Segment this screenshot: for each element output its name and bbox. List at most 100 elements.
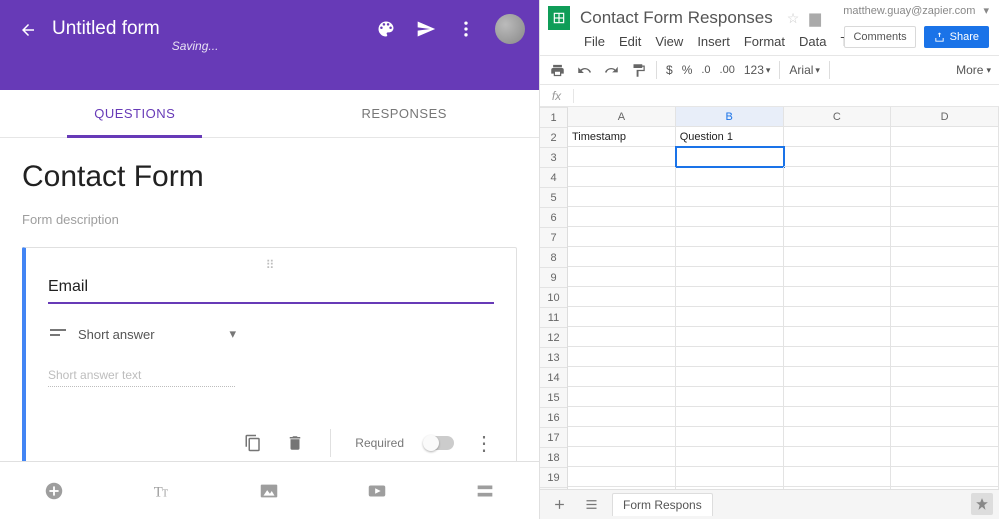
- cell[interactable]: [784, 387, 892, 407]
- row-header[interactable]: 6: [540, 208, 567, 228]
- question-title-input[interactable]: [48, 274, 494, 304]
- email-dropdown-icon[interactable]: ▾: [983, 4, 989, 17]
- add-title-button[interactable]: TT: [108, 480, 216, 502]
- cell[interactable]: [784, 367, 892, 387]
- number-format-select[interactable]: 123 ▾: [744, 63, 771, 77]
- sheet-tab[interactable]: Form Respons: [612, 493, 713, 516]
- cell[interactable]: [676, 407, 784, 427]
- menu-edit[interactable]: Edit: [619, 34, 641, 49]
- row-headers[interactable]: 12345678910111213141516171819202122: [540, 108, 568, 489]
- cell[interactable]: [676, 327, 784, 347]
- cell[interactable]: Timestamp: [568, 127, 676, 147]
- cell[interactable]: [568, 267, 676, 287]
- cell[interactable]: [676, 307, 784, 327]
- explore-button[interactable]: [971, 493, 993, 515]
- formula-input[interactable]: [574, 89, 999, 103]
- folder-icon[interactable]: ▆: [809, 9, 821, 27]
- cell[interactable]: [891, 307, 999, 327]
- menu-file[interactable]: File: [584, 34, 605, 49]
- menu-data[interactable]: Data: [799, 34, 826, 49]
- menu-view[interactable]: View: [655, 34, 683, 49]
- cell[interactable]: [784, 307, 892, 327]
- row-header[interactable]: 19: [540, 468, 567, 488]
- cell[interactable]: [568, 367, 676, 387]
- cell[interactable]: [676, 387, 784, 407]
- grid-rows[interactable]: TimestampQuestion 1: [568, 127, 999, 489]
- cell[interactable]: [568, 167, 676, 187]
- column-headers[interactable]: ABCD: [568, 107, 999, 127]
- cell[interactable]: [568, 467, 676, 487]
- share-button[interactable]: Share: [924, 26, 989, 48]
- menu-insert[interactable]: Insert: [697, 34, 730, 49]
- cell[interactable]: [891, 407, 999, 427]
- star-icon[interactable]: ☆: [787, 10, 800, 27]
- row-header[interactable]: 18: [540, 448, 567, 468]
- col-header[interactable]: A: [568, 107, 676, 127]
- cell[interactable]: [676, 187, 784, 207]
- cell[interactable]: [676, 227, 784, 247]
- cell[interactable]: [784, 147, 892, 167]
- cell[interactable]: [891, 227, 999, 247]
- cell[interactable]: [676, 247, 784, 267]
- cell[interactable]: [676, 287, 784, 307]
- cell[interactable]: [568, 147, 676, 167]
- col-header[interactable]: D: [891, 107, 999, 127]
- add-sheet-button[interactable]: [548, 494, 570, 516]
- row-header[interactable]: 17: [540, 428, 567, 448]
- comments-button[interactable]: Comments: [844, 26, 915, 48]
- forms-file-title[interactable]: Untitled form: [52, 18, 160, 40]
- cell[interactable]: [784, 167, 892, 187]
- row-header[interactable]: 13: [540, 348, 567, 368]
- cell[interactable]: [568, 227, 676, 247]
- cell[interactable]: [676, 347, 784, 367]
- toolbar-more[interactable]: More ▾: [956, 63, 991, 77]
- cell[interactable]: [568, 207, 676, 227]
- cell[interactable]: [784, 227, 892, 247]
- paint-format-icon[interactable]: [629, 61, 647, 79]
- cell[interactable]: [891, 427, 999, 447]
- cell[interactable]: [784, 447, 892, 467]
- cell[interactable]: [568, 407, 676, 427]
- cell[interactable]: [568, 307, 676, 327]
- sheets-logo-icon[interactable]: [548, 6, 570, 30]
- tab-responses[interactable]: RESPONSES: [270, 90, 540, 137]
- cell[interactable]: [891, 327, 999, 347]
- cell[interactable]: [891, 287, 999, 307]
- row-header[interactable]: 4: [540, 168, 567, 188]
- decrease-decimal-button[interactable]: .0: [701, 64, 710, 76]
- cell[interactable]: [784, 207, 892, 227]
- percent-button[interactable]: %: [682, 63, 693, 77]
- cell[interactable]: [676, 267, 784, 287]
- cell[interactable]: [676, 367, 784, 387]
- cell[interactable]: [568, 247, 676, 267]
- row-header[interactable]: 15: [540, 388, 567, 408]
- cell[interactable]: [891, 187, 999, 207]
- print-icon[interactable]: [548, 61, 566, 79]
- currency-button[interactable]: $: [666, 63, 673, 77]
- form-description[interactable]: Form description: [22, 212, 517, 227]
- add-video-button[interactable]: [323, 480, 431, 502]
- cell[interactable]: [784, 267, 892, 287]
- col-header[interactable]: B: [676, 107, 784, 127]
- increase-decimal-button[interactable]: .00: [720, 64, 735, 76]
- add-image-button[interactable]: [216, 480, 324, 502]
- cell[interactable]: [676, 167, 784, 187]
- row-header[interactable]: 1: [540, 108, 567, 128]
- menu-format[interactable]: Format: [744, 34, 785, 49]
- cell[interactable]: [784, 187, 892, 207]
- back-button[interactable]: [16, 18, 40, 42]
- row-header[interactable]: 3: [540, 148, 567, 168]
- tab-questions[interactable]: QUESTIONS: [0, 90, 270, 137]
- duplicate-button[interactable]: [242, 432, 264, 454]
- cell[interactable]: [676, 207, 784, 227]
- cell[interactable]: [676, 447, 784, 467]
- add-question-button[interactable]: [0, 480, 108, 502]
- row-header[interactable]: 2: [540, 128, 567, 148]
- row-header[interactable]: 9: [540, 268, 567, 288]
- undo-icon[interactable]: [575, 61, 593, 79]
- row-header[interactable]: 14: [540, 368, 567, 388]
- font-select[interactable]: Arial ▾: [789, 63, 820, 77]
- cell[interactable]: [784, 347, 892, 367]
- cell[interactable]: [784, 467, 892, 487]
- sheets-file-title[interactable]: Contact Form Responses: [580, 8, 773, 28]
